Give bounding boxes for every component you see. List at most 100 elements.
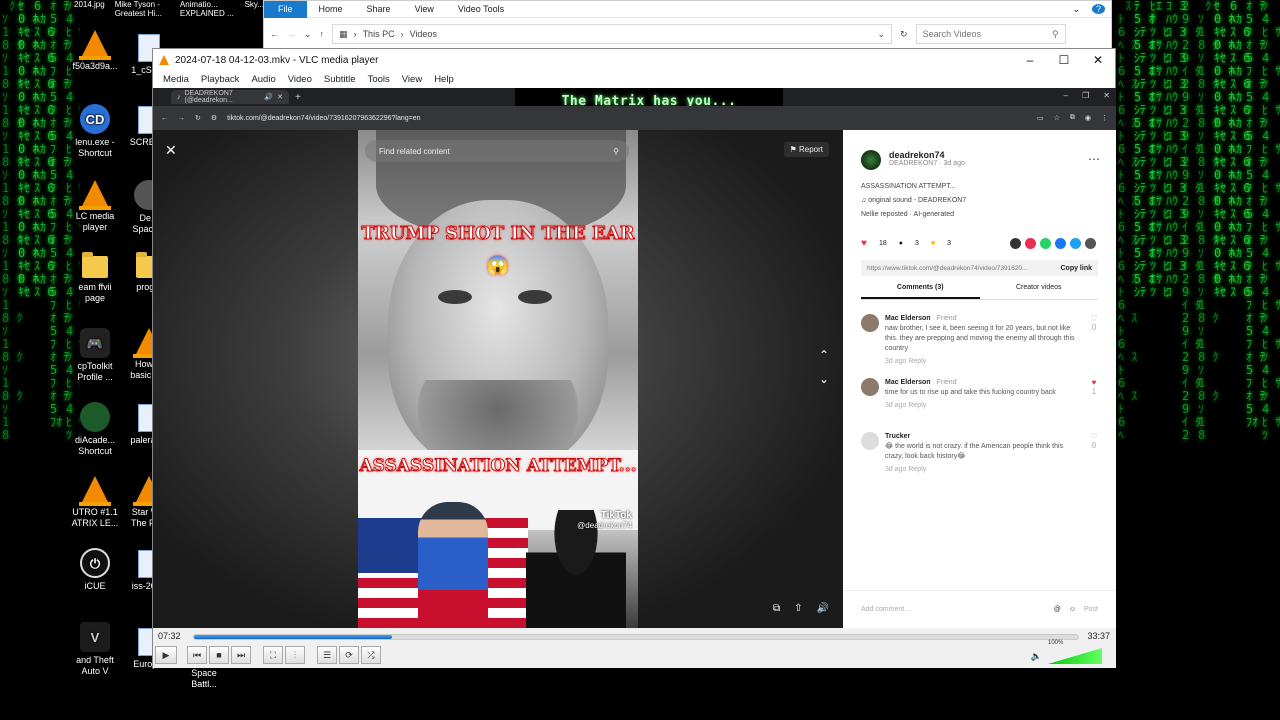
desktop-icon-icue[interactable]: ⏻ iCUE	[70, 548, 120, 592]
previous-button[interactable]: ⏮	[187, 646, 207, 664]
browser-tab: ♪ DEADREKON7 (@deadrekon... 🔊 ✕	[171, 90, 289, 104]
comment-like-count: 0	[1091, 441, 1097, 450]
menu-playback[interactable]: Playback	[195, 74, 246, 85]
maximize-icon[interactable]: ☐	[1047, 53, 1081, 67]
desktop-icon-vlc-video[interactable]: f50a3d9a...	[70, 30, 120, 72]
stop-button[interactable]: ■	[209, 646, 229, 664]
desktop-icon-label: LC media player	[75, 211, 115, 232]
browser-restore-icon: ❐	[1082, 91, 1090, 100]
tab-close-icon: ✕	[277, 94, 283, 101]
breadcrumb-videos[interactable]: Videos	[410, 29, 437, 39]
shuffle-button[interactable]: ⤮	[361, 646, 381, 664]
desktop-icon-space-battle[interactable]: Space Battl...	[179, 668, 229, 690]
breadcrumb-this-pc[interactable]: This PC	[363, 29, 395, 39]
browser-tab-title: DEADREKON7 (@deadrekon...	[184, 90, 233, 104]
playlist-button[interactable]: ☰	[317, 646, 337, 664]
video-frame[interactable]: ♪ DEADREKON7 (@deadrekon... 🔊 ✕ + The Ma…	[153, 88, 1116, 628]
up-arrow-icon[interactable]: ↑	[320, 29, 325, 39]
loop-button[interactable]: ⟳	[339, 646, 359, 664]
desktop-icon-label: and Theft Auto V	[76, 655, 114, 676]
menu-video[interactable]: Video	[282, 74, 318, 85]
likes-count: 18	[878, 240, 887, 247]
tab-comments: Comments (3)	[861, 284, 980, 299]
comment-like: ♡ 0	[1087, 432, 1101, 475]
tiktok-search-placeholder: Find related content	[379, 146, 450, 156]
refresh-icon[interactable]: ↻	[900, 29, 908, 40]
desktop-top-label: Sky...	[244, 0, 264, 9]
back-arrow-icon[interactable]: ←	[270, 29, 279, 39]
comment-text: time for us to rise up and take this fuc…	[885, 389, 1056, 396]
desktop-icon-matrix-intro[interactable]: UTRO #1.1 ATRIX LE...	[70, 476, 120, 529]
add-comment-input: Add comment...	[861, 606, 911, 613]
help-icon[interactable]: ?	[1091, 4, 1105, 14]
avatar	[861, 150, 881, 170]
ribbon-view-tab[interactable]: View	[403, 4, 446, 14]
address-dropdown-icon[interactable]: ⌄	[878, 29, 886, 40]
gta-icon: V	[80, 622, 110, 652]
ribbon-file-tab[interactable]: File	[264, 0, 307, 18]
forward-arrow-icon[interactable]: →	[287, 29, 296, 39]
ribbon-video-tools-tab[interactable]: Video Tools	[446, 4, 516, 14]
close-icon[interactable]: ✕	[1081, 53, 1115, 67]
ribbon-expand-icon[interactable]: ⌄	[1060, 4, 1092, 15]
desktop-icon-gta[interactable]: Vand Theft Auto V	[70, 622, 120, 677]
comment-meta: 3d ago Reply	[885, 358, 927, 365]
menu-subtitle[interactable]: Subtitle	[318, 74, 362, 85]
saves-count: 3	[947, 240, 952, 247]
twitter-icon	[1070, 238, 1081, 249]
browser-toolbar-icons: ▭ ☆ ⧉ ◉ ⋮	[1037, 114, 1108, 122]
more-options-icon: ⋯	[1088, 152, 1100, 166]
desktop-icon-dsptoolkit[interactable]: 🎮 cpToolkit Profile ...	[70, 328, 120, 383]
recent-chevron-icon[interactable]: ⌄	[304, 29, 312, 40]
avatar	[861, 314, 879, 332]
fullscreen-button[interactable]: ⛶	[263, 646, 283, 664]
vlc-icon	[159, 55, 169, 65]
matrix-background-left: ｸｿ18 ｸｿ18 ｸｿ18 ｸｿ18 ｸｿ18 ｸｿ18 ｸｿ18 ｸｿ18 …	[0, 0, 80, 720]
next-button[interactable]: ⏭	[231, 646, 251, 664]
address-bar[interactable]: ▦ › This PC › Videos ⌄	[332, 24, 893, 44]
creator-handle: DEADREKON7 · 3d ago	[889, 160, 965, 167]
extended-settings-button[interactable]: ⫶	[285, 646, 305, 664]
comment-meta: 3d ago Reply	[885, 402, 927, 409]
heart-icon: ♥	[861, 238, 867, 249]
ribbon-share-tab[interactable]: Share	[355, 4, 403, 14]
gamepad-icon: 🎮	[80, 328, 110, 358]
volume-slider[interactable]: 100%	[1048, 640, 1102, 664]
previous-icon: ⏮	[192, 649, 202, 660]
superman-figure	[418, 502, 488, 628]
volume-control[interactable]: 🔈 100%	[1031, 640, 1102, 664]
browser-close-icon: ✕	[1103, 91, 1110, 100]
desktop-icon-mediacade[interactable]: diAcade... Shortcut	[70, 402, 120, 457]
matrix-rain-column: ｽﾄ6ﾍ ｽﾄ6ﾍ ｽﾄ6ﾍ ｽﾄ6ﾍ ｽﾄ6ﾍ ｽﾄ6ﾍ ｽﾄ6ﾍ ｽﾄ6ﾍ …	[1118, 0, 1138, 442]
desktop-icon-vlc-player[interactable]: LC media player	[70, 180, 120, 233]
matrix-rain-column: ｵ ﾃ5ﾌｵ ﾃ5ﾌｵ ﾃ5ﾌｵ ﾃ5ﾌｵ ﾃ5ﾌｵ ﾃ5ﾌｵ ﾃ5ﾌｵ ﾃ5ﾌ…	[50, 0, 70, 429]
minimize-icon[interactable]: –	[1013, 53, 1047, 67]
menu-tools[interactable]: Tools	[362, 74, 396, 85]
search-icon: ⚲	[1052, 28, 1059, 39]
reposted-line: Nellie reposted · AI-generated	[861, 211, 954, 218]
vlc-icon	[79, 476, 111, 506]
menu-view[interactable]: View	[396, 74, 428, 85]
browser-forward-icon: →	[178, 114, 185, 122]
shuffle-icon: ⤮	[367, 649, 375, 660]
avatar	[861, 432, 879, 450]
author-name: Trucker	[885, 433, 911, 440]
more-share-icon	[1085, 238, 1096, 249]
menu-media[interactable]: Media	[157, 74, 195, 85]
bookmark-icon: ■	[930, 240, 936, 247]
heart-filled-icon: ♥	[1091, 378, 1097, 387]
playback-buttons: ▶ ⏮ ■ ⏭ ⛶ ⫶ ☰ ⟳ ⤮	[155, 646, 381, 664]
desktop-icon-ffvii[interactable]: eam ffvii page	[70, 252, 120, 304]
ribbon-home-tab[interactable]: Home	[307, 4, 355, 14]
heart-outline-icon: ♡	[1090, 314, 1098, 323]
report-label: Report	[798, 145, 823, 154]
explorer-search-input[interactable]: Search Videos ⚲	[915, 24, 1066, 44]
play-button[interactable]: ▶	[155, 646, 177, 664]
seek-bar[interactable]	[193, 634, 1079, 640]
tiktok-watermark: TikTok @deadrekon74	[577, 510, 632, 530]
desktop-icon-lenu[interactable]: CD lenu.exe - Shortcut	[70, 104, 120, 159]
menu-help[interactable]: Help	[428, 74, 460, 85]
equalizer-icon: ⫶	[293, 649, 297, 660]
menu-audio[interactable]: Audio	[245, 74, 281, 85]
matrix-rain-column: ｸｿ18 ｸｿ18 ｸｿ18 ｸｿ18 ｸｿ18 ｸｿ18 ｸｿ18 ｸｿ18 …	[2, 0, 23, 442]
